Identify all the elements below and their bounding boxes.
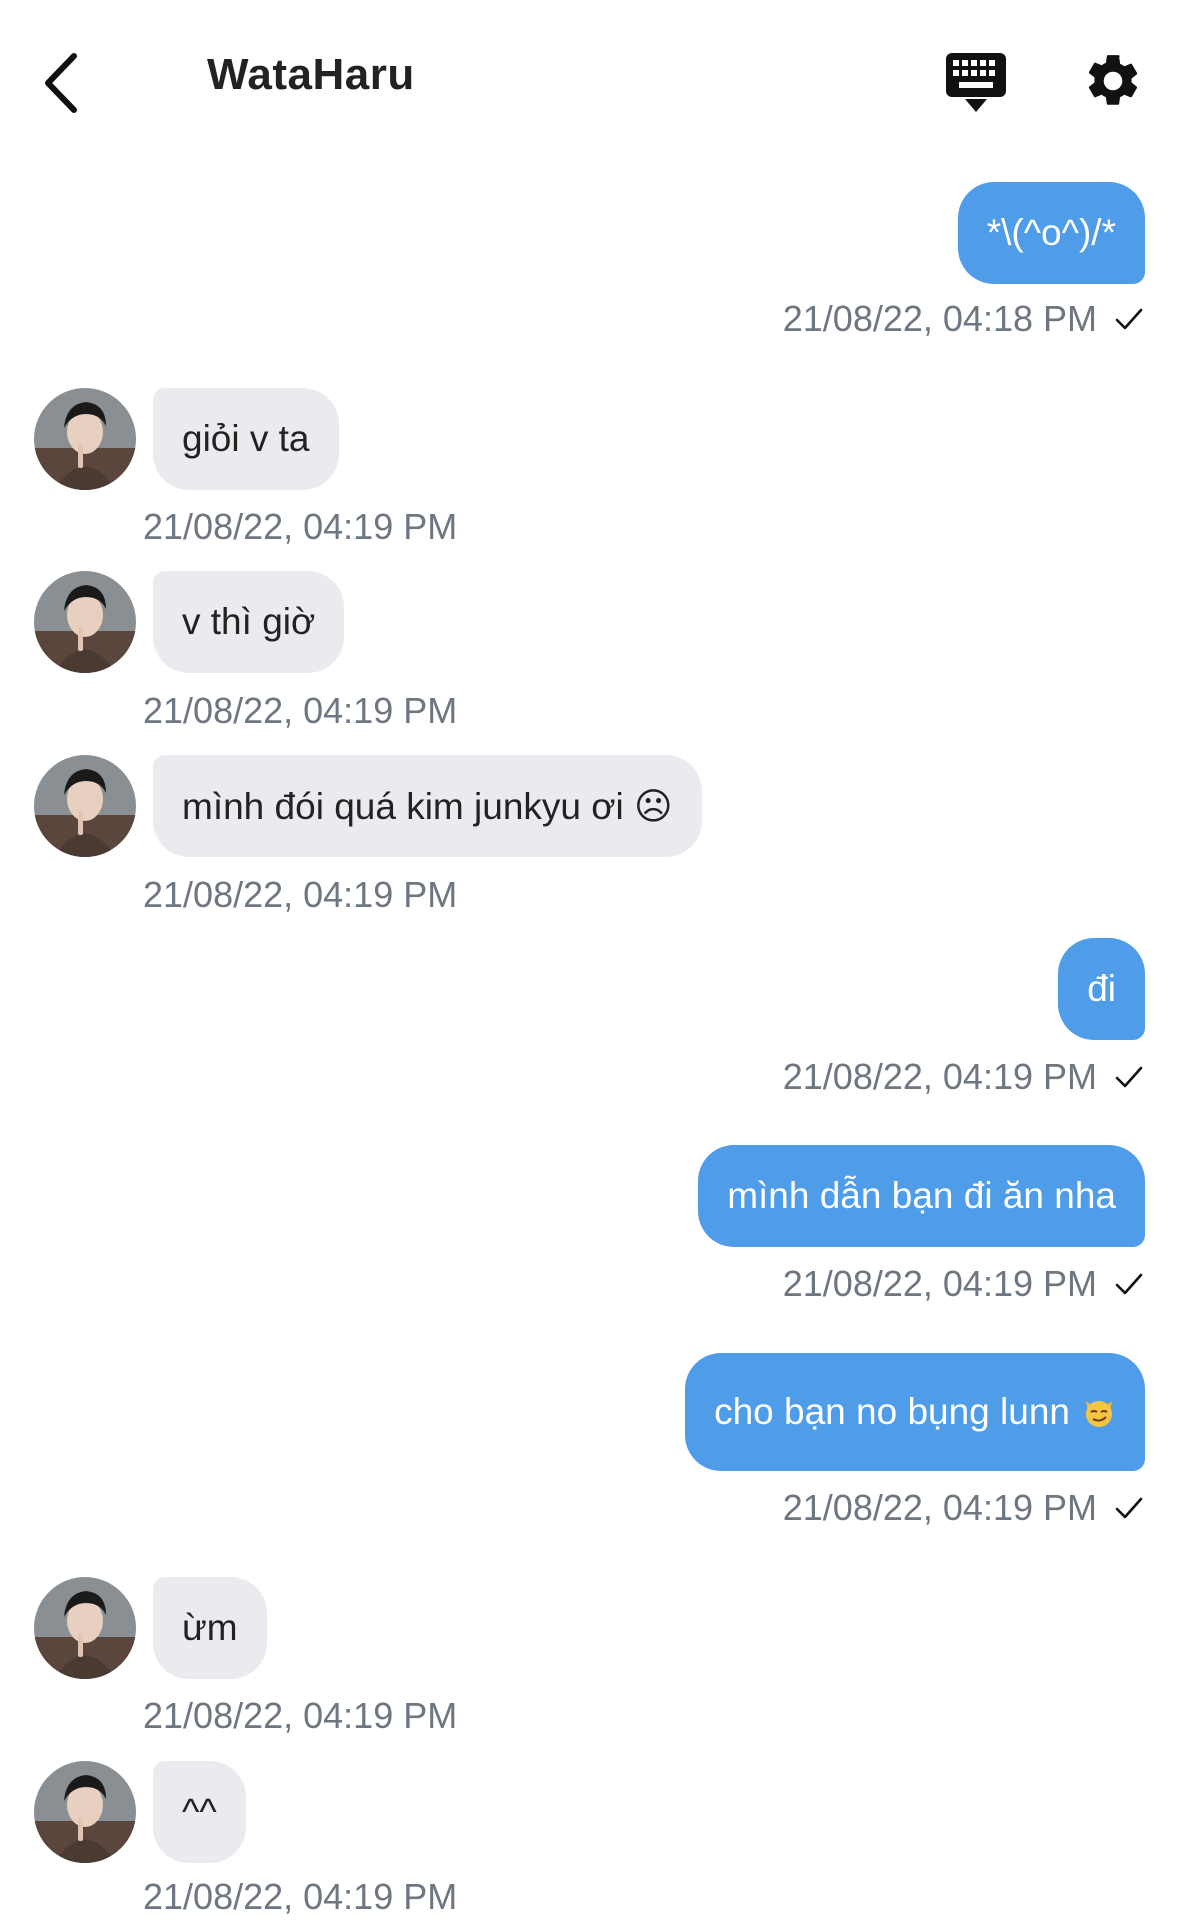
outgoing-message-bubble[interactable]: đi	[1058, 938, 1145, 1040]
avatar[interactable]	[34, 1577, 136, 1679]
outgoing-message-bubble[interactable]: cho bạn no bụng lunn	[685, 1353, 1145, 1471]
chat-header: WataHaru	[0, 0, 1183, 160]
avatar-photo	[34, 755, 136, 857]
chat-title: WataHaru	[207, 50, 415, 99]
message-timestamp: 21/08/22, 04:19 PM	[143, 506, 458, 547]
timestamp-text: 21/08/22, 04:19 PM	[782, 1263, 1097, 1304]
message-text: giỏi v ta	[182, 418, 310, 459]
timestamp-text: 21/08/22, 04:19 PM	[782, 1056, 1097, 1097]
back-button[interactable]	[38, 48, 88, 118]
checkmark-icon	[1115, 1497, 1143, 1519]
outgoing-message-bubble[interactable]: *\(^o^)/*	[957, 182, 1145, 284]
checkmark-icon	[1115, 1066, 1143, 1088]
message-text: mình đói quá kim junkyu ơi ☹	[182, 785, 673, 827]
checkmark-icon	[1115, 308, 1143, 330]
incoming-message-bubble[interactable]: v thì giờ	[153, 571, 345, 673]
avatar[interactable]	[34, 755, 136, 857]
message-timestamp: 21/08/22, 04:18 PM	[783, 298, 1145, 340]
chevron-left-icon	[45, 53, 77, 113]
settings-button[interactable]	[1082, 50, 1144, 112]
timestamp-text: 21/08/22, 04:18 PM	[782, 298, 1097, 339]
keyboard-icon	[946, 53, 1006, 112]
timestamp-text: 21/08/22, 04:19 PM	[782, 1487, 1097, 1528]
message-timestamp: 21/08/22, 04:19 PM	[783, 1487, 1145, 1529]
message-text: ừm	[182, 1607, 238, 1648]
avatar[interactable]	[34, 1761, 136, 1863]
incoming-message-bubble[interactable]: giỏi v ta	[153, 388, 339, 490]
message-timestamp: 21/08/22, 04:19 PM	[143, 874, 458, 915]
avatar-photo	[34, 388, 136, 490]
keyboard-button[interactable]	[945, 52, 1007, 114]
smirking-cat-icon	[1086, 1401, 1112, 1427]
gear-icon	[1088, 55, 1138, 105]
avatar-photo	[34, 571, 136, 673]
incoming-message-bubble[interactable]: mình đói quá kim junkyu ơi ☹	[153, 755, 702, 857]
message-timestamp: 21/08/22, 04:19 PM	[143, 1695, 458, 1736]
message-timestamp: 21/08/22, 04:19 PM	[783, 1263, 1145, 1305]
avatar[interactable]	[34, 388, 136, 490]
message-text: mình dẫn bạn đi ăn nha	[727, 1175, 1116, 1216]
message-text: đi	[1087, 968, 1116, 1009]
message-timestamp: 21/08/22, 04:19 PM	[783, 1056, 1145, 1098]
avatar-photo	[34, 1577, 136, 1679]
message-text: cho bạn no bụng lunn	[714, 1391, 1070, 1432]
message-text: ^^	[182, 1791, 217, 1832]
message-text: *\(^o^)/*	[986, 212, 1116, 253]
outgoing-message-bubble[interactable]: mình dẫn bạn đi ăn nha	[698, 1145, 1145, 1247]
checkmark-icon	[1115, 1273, 1143, 1295]
message-text: v thì giờ	[182, 601, 316, 642]
avatar-photo	[34, 1761, 136, 1863]
incoming-message-bubble[interactable]: ^^	[153, 1761, 246, 1863]
incoming-message-bubble[interactable]: ừm	[153, 1577, 267, 1679]
message-timestamp: 21/08/22, 04:19 PM	[143, 690, 458, 731]
avatar[interactable]	[34, 571, 136, 673]
message-timestamp: 21/08/22, 04:19 PM	[143, 1876, 458, 1917]
